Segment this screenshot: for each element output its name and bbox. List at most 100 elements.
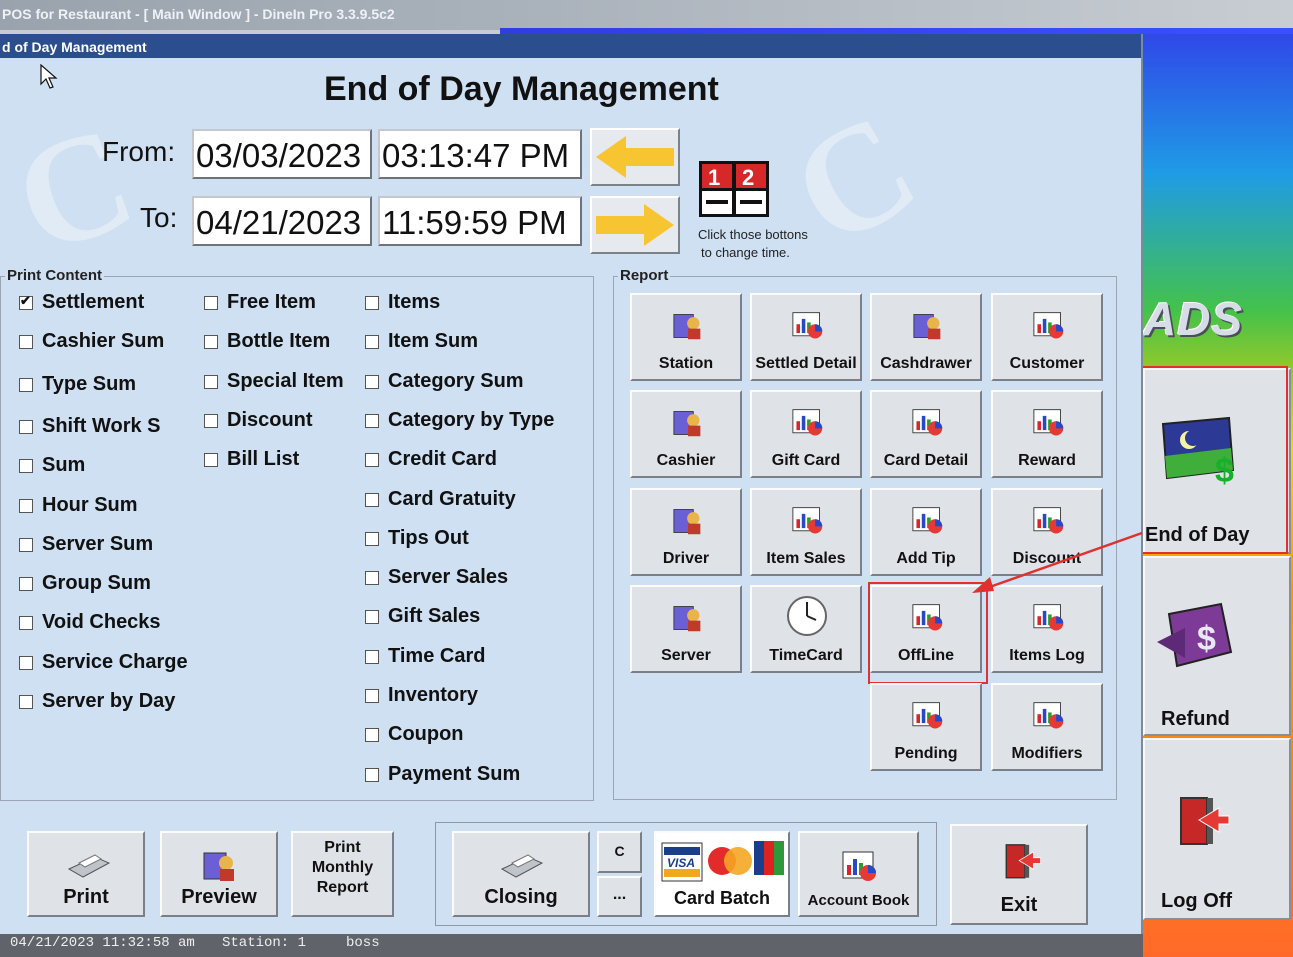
to-forward-button[interactable]	[590, 196, 680, 254]
report-button-settled-detail[interactable]: Settled Detail	[750, 293, 862, 381]
checkbox-box[interactable]	[365, 767, 379, 782]
checkbox-time-card[interactable]: Time Card	[365, 645, 485, 668]
to-date-field[interactable]: 04/21/2023	[192, 196, 372, 246]
report-button-cashdrawer[interactable]: Cashdrawer	[870, 293, 982, 381]
checkbox-card-gratuity[interactable]: Card Gratuity	[365, 488, 516, 511]
checkbox-type-sum[interactable]: Type Sum	[19, 373, 136, 396]
report-button-timecard[interactable]: TimeCard	[750, 585, 862, 673]
checkbox-box[interactable]	[365, 531, 379, 546]
checkbox-box[interactable]	[365, 649, 379, 664]
checkbox-sum[interactable]: Sum	[19, 454, 85, 477]
checkbox-box[interactable]	[19, 334, 33, 349]
checkbox-payment-sum[interactable]: Payment Sum	[365, 763, 520, 786]
report-button-gift-card[interactable]: Gift Card	[750, 390, 862, 478]
checkbox-box[interactable]	[19, 694, 33, 709]
checkbox-shift-work-s[interactable]: Shift Work S	[19, 415, 161, 438]
exit-button[interactable]: Exit	[950, 824, 1088, 925]
closing-button[interactable]: Closing	[452, 831, 590, 917]
checkbox-inventory[interactable]: Inventory	[365, 684, 478, 707]
from-label: From:	[102, 136, 176, 167]
report-button-label: Driver	[662, 550, 710, 567]
report-button-cashier[interactable]: Cashier	[630, 390, 742, 478]
report-button-server[interactable]: Server	[630, 585, 742, 673]
checkbox-box[interactable]	[204, 374, 218, 389]
checkbox-discount[interactable]: Discount	[204, 409, 313, 432]
refund-button[interactable]: $ Refund	[1143, 556, 1291, 736]
checkbox-label: Group Sum	[42, 572, 151, 594]
window-title: d of Day Management	[2, 39, 147, 55]
checkbox-box[interactable]	[365, 727, 379, 742]
checkbox-box[interactable]	[204, 334, 218, 349]
from-time-field[interactable]: 03:13:47 PM	[378, 129, 582, 179]
checkbox-label: Credit Card	[388, 448, 497, 470]
checkbox-box[interactable]	[19, 293, 33, 310]
checkbox-tips-out[interactable]: Tips Out	[365, 527, 469, 550]
checkbox-box[interactable]	[204, 452, 218, 467]
print-button[interactable]: Print	[27, 831, 145, 917]
checkbox-box[interactable]	[365, 334, 379, 349]
checkbox-hour-sum[interactable]: Hour Sum	[19, 494, 138, 517]
report-button-reward[interactable]: Reward	[991, 390, 1103, 478]
checkbox-item-sum[interactable]: Item Sum	[365, 330, 478, 353]
checkbox-coupon[interactable]: Coupon	[365, 723, 464, 746]
checkbox-server-sum[interactable]: Server Sum	[19, 533, 153, 556]
checkbox-box[interactable]	[19, 377, 33, 392]
checkbox-service-charge[interactable]: Service Charge	[19, 651, 188, 674]
checkbox-category-sum[interactable]: Category Sum	[365, 370, 524, 393]
from-back-button[interactable]	[590, 128, 680, 186]
checkbox-box[interactable]	[365, 688, 379, 703]
checkbox-label: Server Sum	[42, 533, 154, 555]
checkbox-cashier-sum[interactable]: Cashier Sum	[19, 330, 164, 353]
print-monthly-report-button[interactable]: Print Monthly Report	[291, 831, 394, 917]
person-report-icon	[203, 852, 234, 881]
checkbox-box[interactable]	[365, 413, 379, 428]
closing-more-button[interactable]: ...	[597, 876, 642, 917]
checkbox-server-by-day[interactable]: Server by Day	[19, 690, 175, 713]
checkbox-box[interactable]	[19, 458, 33, 473]
report-button-pending[interactable]: Pending	[870, 683, 982, 771]
account-book-button[interactable]: Account Book	[798, 831, 919, 917]
calendar-clock-icon[interactable]: 1 2	[698, 160, 770, 218]
status-user: boss	[346, 935, 380, 951]
to-time-field[interactable]: 11:59:59 PM	[378, 196, 582, 246]
checkbox-box[interactable]	[365, 452, 379, 467]
checkbox-bottle-item[interactable]: Bottle Item	[204, 330, 330, 353]
checkbox-box[interactable]	[19, 419, 33, 434]
from-date-field[interactable]: 03/03/2023	[192, 129, 372, 179]
checkbox-box[interactable]	[365, 570, 379, 585]
closing-c-button[interactable]: C	[597, 831, 642, 873]
checkbox-box[interactable]	[365, 492, 379, 507]
checkbox-box[interactable]	[365, 374, 379, 389]
checkbox-box[interactable]	[365, 295, 379, 310]
report-button-label: Gift Card	[771, 452, 841, 469]
checkbox-gift-sales[interactable]: Gift Sales	[365, 605, 480, 628]
checkbox-special-item[interactable]: Special Item	[204, 370, 344, 393]
report-button-customer[interactable]: Customer	[991, 293, 1103, 381]
checkbox-void-checks[interactable]: Void Checks	[19, 611, 161, 634]
checkbox-free-item[interactable]: Free Item	[204, 291, 316, 314]
checkbox-bill-list[interactable]: Bill List	[204, 448, 299, 471]
report-button-card-detail[interactable]: Card Detail	[870, 390, 982, 478]
preview-label: Preview	[181, 886, 257, 908]
card-batch-button[interactable]: VISA Card Batch	[654, 831, 790, 917]
preview-button[interactable]: Preview	[160, 831, 278, 917]
checkbox-box[interactable]	[19, 498, 33, 513]
checkbox-box[interactable]	[19, 576, 33, 591]
checkbox-box[interactable]	[365, 609, 379, 624]
checkbox-category-by-type[interactable]: Category by Type	[365, 409, 554, 432]
checkbox-box[interactable]	[204, 413, 218, 428]
report-button-station[interactable]: Station	[630, 293, 742, 381]
checkbox-settlement[interactable]: Settlement	[19, 291, 144, 314]
checkbox-credit-card[interactable]: Credit Card	[365, 448, 497, 471]
log-off-button[interactable]: Log Off	[1143, 738, 1291, 920]
checkbox-box[interactable]	[19, 655, 33, 670]
checkbox-box[interactable]	[204, 295, 218, 310]
checkbox-box[interactable]	[19, 537, 33, 552]
report-button-driver[interactable]: Driver	[630, 488, 742, 576]
checkbox-group-sum[interactable]: Group Sum	[19, 572, 151, 595]
report-button-item-sales[interactable]: Item Sales	[750, 488, 862, 576]
checkbox-box[interactable]	[19, 615, 33, 630]
report-button-modifiers[interactable]: Modifiers	[991, 683, 1103, 771]
checkbox-server-sales[interactable]: Server Sales	[365, 566, 508, 589]
checkbox-items[interactable]: Items	[365, 291, 440, 314]
